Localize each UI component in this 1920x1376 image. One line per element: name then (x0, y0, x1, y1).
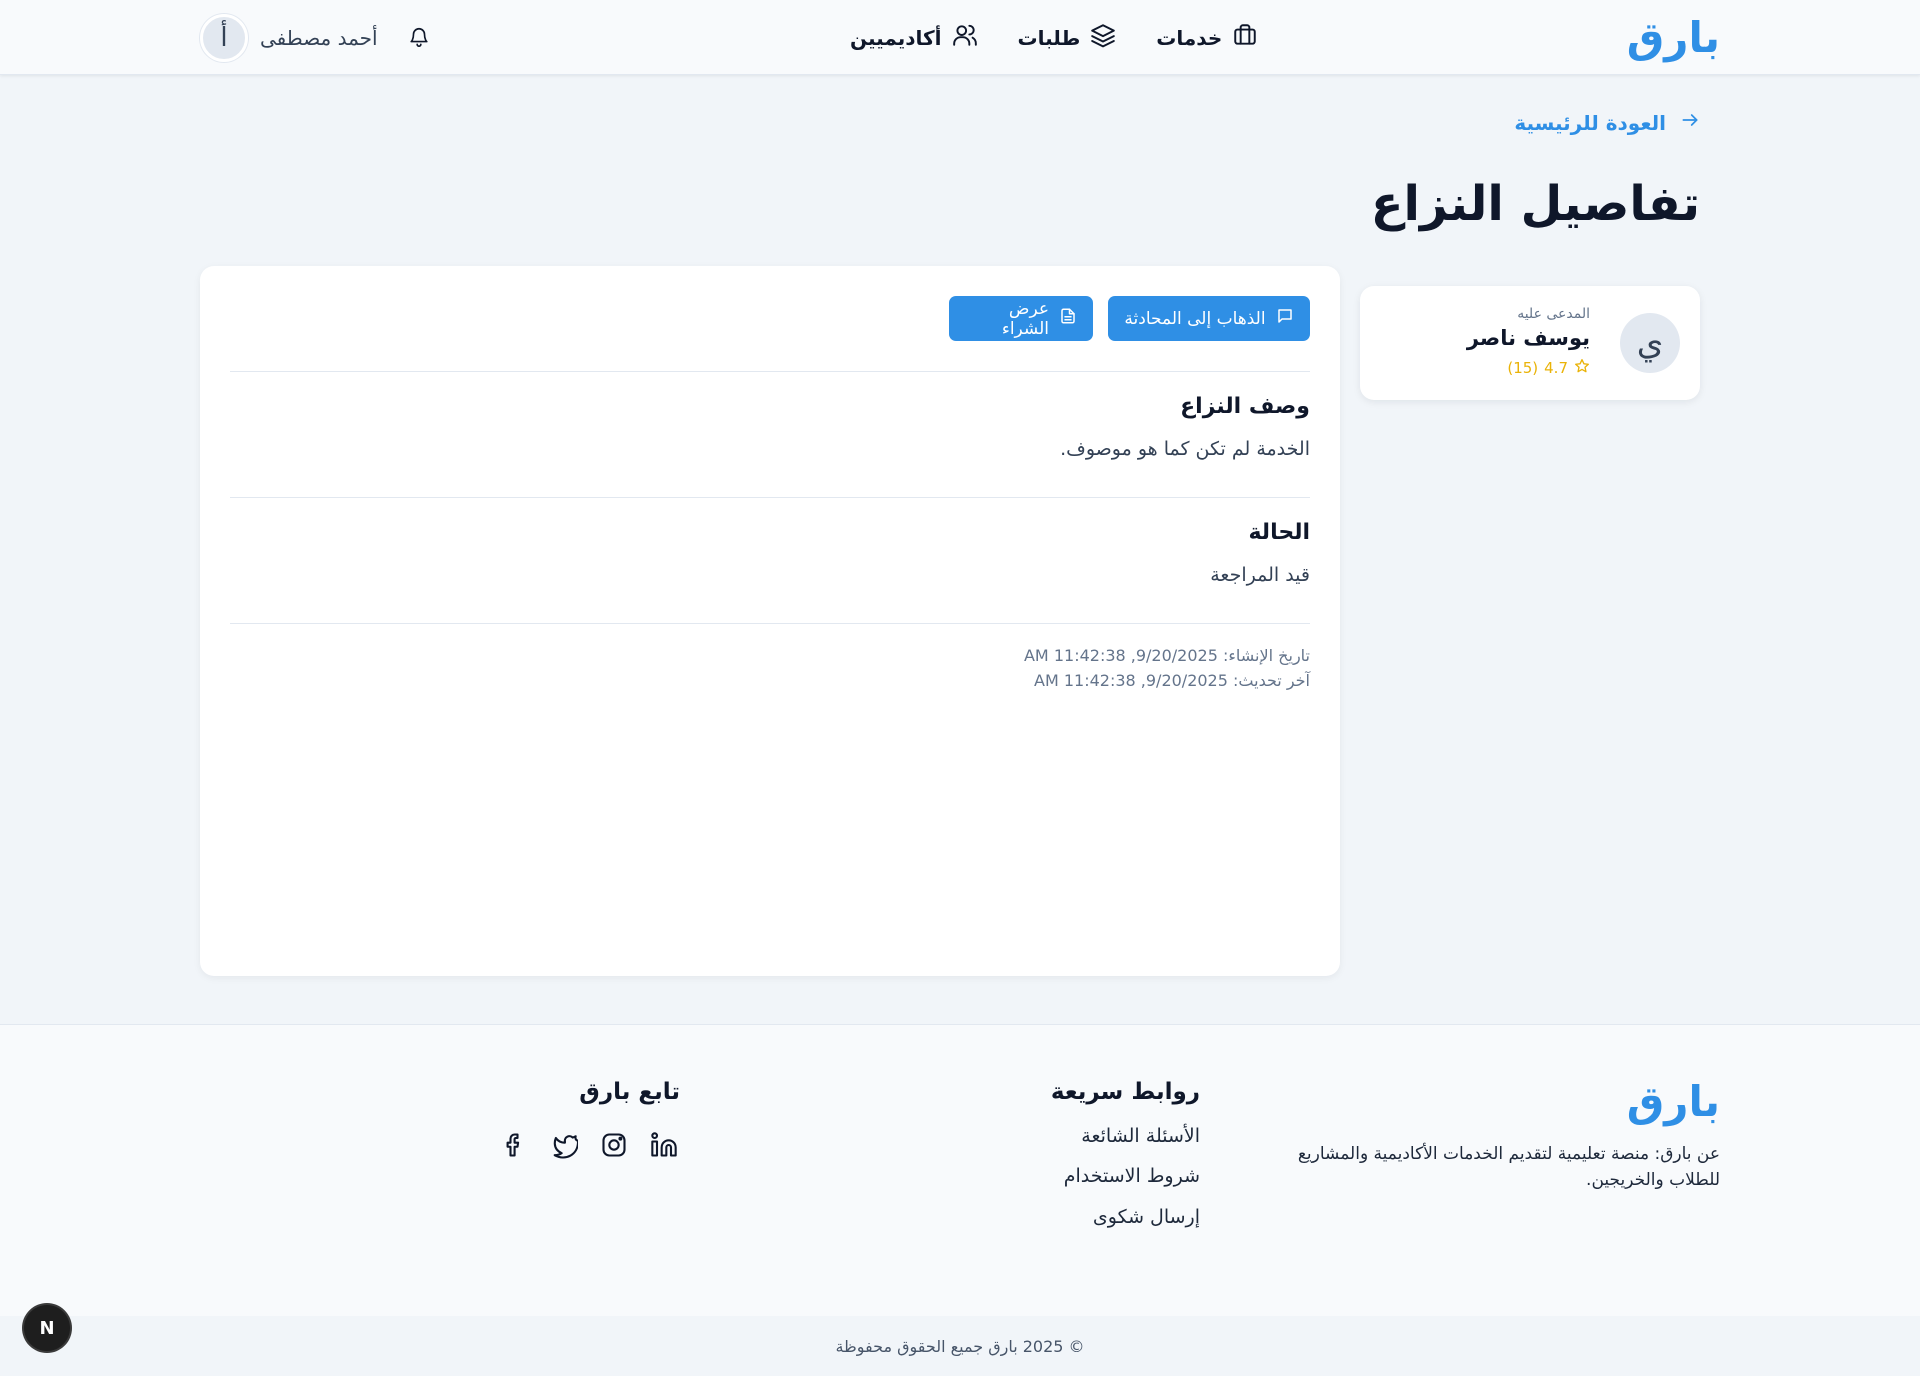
rating-value: 4.7 (1544, 359, 1568, 377)
briefcase-icon (1232, 22, 1258, 53)
layers-icon (1090, 22, 1116, 53)
status-title: الحالة (1248, 520, 1310, 545)
go-to-chat-button[interactable]: الذهاب إلى المحادثة (1108, 296, 1310, 341)
status-text: قيد المراجعة (1210, 564, 1310, 586)
dispute-details-card: الذهاب إلى المحادثة عرض الشراء وصف النزا… (200, 266, 1340, 976)
brand-logo[interactable]: بارق (1627, 10, 1720, 66)
defendant-card: ي المدعى عليه يوسف ناصر 4.7 (15) (1360, 286, 1700, 400)
footer-link-faq[interactable]: الأسئلة الشائعة (1081, 1125, 1200, 1147)
quick-links-title: روابط سريعة (1050, 1079, 1200, 1105)
top-header: بارق خدمات طلبات أكاديميين أحمد مصطفى أ (0, 0, 1920, 75)
nav-academics[interactable]: أكاديميين (850, 22, 978, 53)
copyright-bar: © 2025 بارق جميع الحقوق محفوظة (0, 1316, 1920, 1376)
updated-at: آخر تحديث: 9/20/2025, 11:42:38 AM (1034, 671, 1310, 690)
defendant-name[interactable]: يوسف ناصر (1467, 326, 1590, 350)
linkedin-icon[interactable] (650, 1131, 678, 1159)
arrow-right-icon (1680, 110, 1700, 135)
back-link-label: العودة للرئيسية (1514, 110, 1666, 135)
user-menu[interactable]: أحمد مصطفى أ (200, 0, 378, 75)
rating-count: (15) (1507, 359, 1539, 377)
nav-academics-label: أكاديميين (850, 25, 942, 50)
social-links (500, 1131, 678, 1159)
site-footer: بارق عن بارق: منصة تعليمية لتقديم الخدما… (0, 1024, 1920, 1316)
bell-icon[interactable] (408, 26, 430, 48)
footer-about: عن بارق: منصة تعليمية لتقديم الخدمات الأ… (1297, 1144, 1720, 1190)
divider (230, 623, 1310, 624)
page-title: تفاصيل النزاع (1370, 176, 1700, 232)
users-icon (952, 22, 978, 53)
view-order-label: عرض الشراء (1001, 298, 1049, 339)
copyright-text: © 2025 بارق جميع الحقوق محفوظة (835, 1336, 1085, 1356)
divider (230, 371, 1310, 372)
created-at: تاريخ الإنشاء: 9/20/2025, 11:42:38 AM (1023, 646, 1310, 665)
nav-requests[interactable]: طلبات (1018, 22, 1117, 53)
back-to-home-link[interactable]: العودة للرئيسية (1514, 110, 1700, 135)
footer-logo[interactable]: بارق (1627, 1077, 1720, 1126)
defendant-avatar: ي (1620, 313, 1680, 373)
instagram-icon[interactable] (600, 1131, 628, 1159)
dev-tools-badge[interactable]: N (24, 1305, 70, 1351)
defendant-role: المدعى عليه (1517, 306, 1590, 322)
go-to-chat-label: الذهاب إلى المحادثة (1124, 308, 1266, 329)
avatar[interactable]: أ (200, 13, 248, 62)
file-text-icon (1059, 307, 1077, 330)
footer-link-complaint[interactable]: إرسال شكوى (1093, 1206, 1200, 1228)
twitter-icon[interactable] (550, 1131, 580, 1159)
description-text: الخدمة لم تكن كما هو موصوف. (1060, 438, 1310, 460)
follow-title: تابع بارق (579, 1079, 680, 1105)
description-title: وصف النزاع (1180, 394, 1310, 419)
divider (230, 497, 1310, 498)
nav-services-label: خدمات (1156, 25, 1223, 50)
star-icon (1574, 358, 1590, 378)
main-nav: خدمات طلبات أكاديميين (850, 0, 1258, 75)
defendant-rating: 4.7 (15) (1507, 358, 1590, 378)
facebook-icon[interactable] (500, 1131, 528, 1159)
user-name: أحمد مصطفى (260, 25, 378, 50)
view-order-button[interactable]: عرض الشراء (949, 296, 1093, 341)
nav-requests-label: طلبات (1017, 25, 1081, 50)
nav-services[interactable]: خدمات (1156, 22, 1258, 53)
footer-link-terms[interactable]: شروط الاستخدام (1064, 1165, 1200, 1187)
message-icon (1276, 307, 1294, 330)
